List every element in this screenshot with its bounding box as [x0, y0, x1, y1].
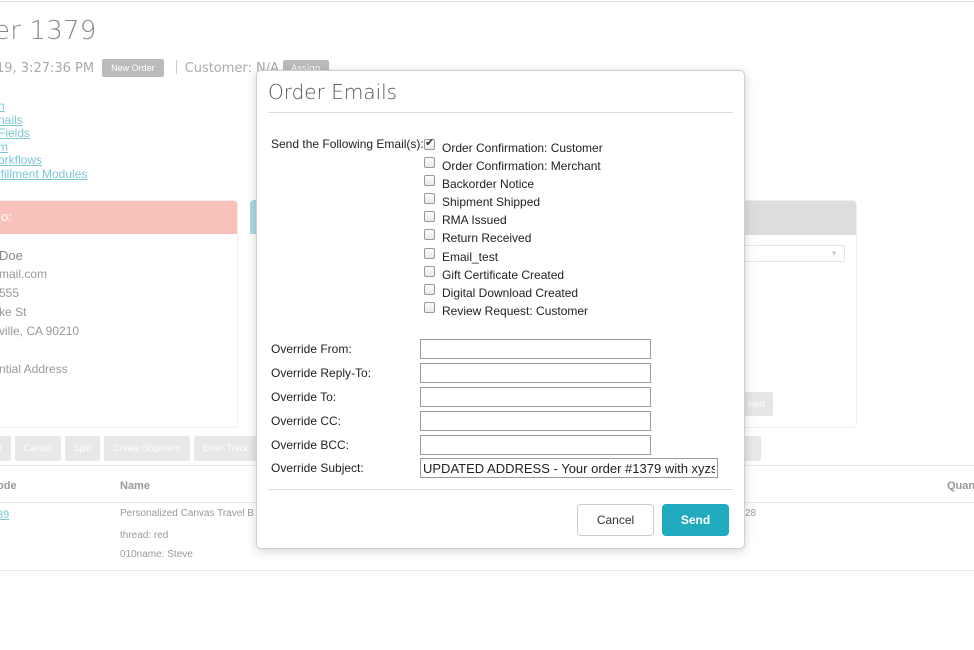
emails-label: Send the Following Email(s): [271, 137, 424, 151]
column-header-name: Name [120, 480, 150, 492]
override-from-input[interactable] [420, 339, 651, 359]
dialog-title: Order Emails [268, 80, 398, 104]
email-checkbox[interactable] [424, 301, 435, 313]
split-button[interactable]: Split [64, 436, 101, 461]
email-checkbox[interactable] [424, 265, 435, 277]
email-option-label: Return Received [442, 231, 532, 246]
side-link-emails[interactable]: nails [0, 113, 87, 128]
item-value: 28 [745, 508, 757, 519]
override-reply-to-row: Override Reply-To: [271, 363, 741, 383]
override-subject-label: Override Subject: [271, 461, 364, 475]
email-option-label: RMA Issued [442, 213, 507, 228]
table-divider [0, 570, 974, 571]
override-reply-to-label: Override Reply-To: [271, 366, 372, 380]
email-checkbox[interactable] [424, 211, 435, 223]
column-header-quantity: Quan [947, 480, 974, 492]
email-option-label: Shipment Shipped [442, 195, 541, 210]
override-bcc-label: Override BCC: [271, 438, 350, 452]
card-header: o: [0, 201, 237, 234]
email-option-label: Digital Download Created [442, 285, 579, 300]
cancel-button[interactable]: Cancel [577, 504, 654, 536]
divider [268, 112, 733, 113]
column-header-code: ode [0, 480, 17, 492]
side-link-fulfillment-modules[interactable]: lfillment Modules [0, 167, 87, 182]
side-link-workflows[interactable]: orkflows [0, 153, 87, 168]
override-from-row: Override From: [271, 339, 741, 359]
email-option-label: Gift Certificate Created [442, 267, 565, 282]
create-shipment-button[interactable]: Create Shipment [104, 436, 190, 461]
page-title: er 1379 [0, 16, 97, 46]
address-city: ville, CA 90210 [0, 324, 80, 338]
top-divider [0, 1, 974, 2]
address-blank [0, 341, 237, 360]
override-cc-row: Override CC: [271, 411, 741, 431]
email-option-label: Order Confirmation: Customer [442, 141, 603, 155]
override-from-label: Override From: [271, 342, 352, 356]
override-cc-input[interactable] [420, 411, 651, 431]
email-checkbox[interactable] [424, 193, 435, 205]
email-option-label: Email_test [442, 249, 499, 264]
address-street: ke St [0, 305, 27, 319]
customer-phone: 555 [0, 286, 20, 300]
status-badge: New Order [102, 59, 164, 77]
order-date: 19, 3:27:36 PM [0, 61, 95, 76]
cancel-order-button[interactable]: Cancel [14, 436, 61, 461]
divider [175, 60, 177, 74]
order-actions: t Cancel Split Create Shipment Enter Track [0, 436, 262, 461]
override-cc-label: Override CC: [271, 414, 342, 428]
override-to-row: Override To: [271, 387, 741, 407]
divider [268, 489, 733, 490]
override-reply-to-input[interactable] [420, 363, 651, 383]
item-option: 010name: Steve [120, 549, 193, 560]
override-to-input[interactable] [420, 387, 651, 407]
card-header [741, 201, 856, 235]
customer-name: Doe [0, 248, 23, 263]
email-option-label: Order Confirmation: Merchant [442, 159, 601, 174]
email-checkbox[interactable] [424, 175, 435, 187]
email-checkbox[interactable] [424, 229, 435, 241]
override-to-label: Override To: [271, 390, 337, 404]
address-type: ntial Address [0, 362, 68, 376]
item-name: Personalized Canvas Travel B [120, 508, 254, 519]
ship-to-card: o: Doe mail.com 555 ke St ville, CA 9021… [0, 200, 238, 428]
status-select[interactable]: ▼ [741, 245, 845, 262]
email-option-label: Backorder Notice [442, 177, 535, 192]
override-bcc-row: Override BCC: [271, 435, 741, 455]
email-checkbox[interactable] [424, 137, 435, 150]
email-option-label: Review Request: Customer [442, 303, 589, 318]
email-checkbox[interactable] [424, 283, 435, 295]
override-bcc-input[interactable] [420, 435, 651, 455]
item-option: thread: red [120, 530, 169, 541]
enter-tracking-button[interactable]: Enter Track [193, 436, 258, 461]
override-subject-input[interactable] [420, 458, 718, 478]
override-subject-row: Override Subject: [271, 458, 741, 478]
customer-email: mail.com [0, 267, 48, 281]
item-code-link[interactable]: 39 [0, 509, 9, 521]
email-checkbox[interactable] [424, 157, 435, 169]
side-links: n nails Fields m orkflows lfillment Modu… [0, 99, 87, 182]
side-link[interactable]: n [0, 99, 87, 114]
send-button[interactable]: Send [662, 504, 729, 536]
side-link-fields[interactable]: Fields [0, 126, 87, 141]
order-emails-dialog: Order Emails Send the Following Email(s)… [256, 70, 745, 549]
action-button[interactable]: t [0, 436, 11, 461]
email-checkbox[interactable] [424, 247, 435, 259]
side-link[interactable]: m [0, 140, 87, 155]
